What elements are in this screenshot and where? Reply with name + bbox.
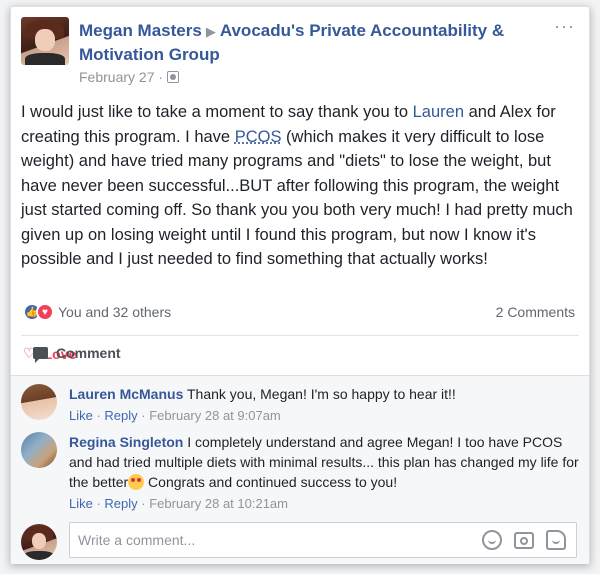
sticker-icon[interactable] bbox=[546, 530, 566, 550]
write-comment-placeholder: Write a comment... bbox=[78, 532, 196, 548]
commenter-avatar[interactable] bbox=[21, 432, 57, 468]
commenter-name-link[interactable]: Regina Singleton bbox=[69, 434, 183, 450]
comment-reply-link[interactable]: Reply bbox=[104, 408, 137, 423]
heart-icon: ♥ bbox=[36, 303, 54, 321]
comment-bubble-icon bbox=[33, 347, 48, 363]
author-name-link[interactable]: Megan Masters bbox=[79, 21, 202, 40]
comment-actions: Like · Reply · February 28 at 10:21am bbox=[69, 496, 288, 511]
comment-body: Lauren McManus Thank you, Megan! I'm so … bbox=[69, 384, 581, 426]
comment-timestamp[interactable]: · February 28 at 10:21am bbox=[141, 496, 288, 511]
post-text-part: (which makes it very difficult to lose w… bbox=[21, 127, 573, 269]
post-date[interactable]: February 27 · bbox=[79, 69, 163, 85]
comment-timestamp[interactable]: · February 28 at 9:07am bbox=[141, 408, 280, 423]
mention-lauren-link[interactable]: Lauren bbox=[413, 103, 464, 121]
commenter-avatar[interactable] bbox=[21, 384, 57, 420]
camera-icon[interactable] bbox=[514, 532, 534, 549]
post-header: Megan Masters ▶ Avocadu's Private Accounta… bbox=[79, 19, 539, 66]
author-avatar[interactable] bbox=[21, 17, 69, 65]
audience-icon[interactable] bbox=[167, 71, 180, 83]
commenter-name-link[interactable]: Lauren McManus bbox=[69, 386, 183, 402]
avatar-face bbox=[31, 532, 47, 550]
current-user-avatar bbox=[21, 524, 57, 560]
reaction-count: You and 32 others bbox=[58, 304, 172, 320]
write-comment-input[interactable]: Write a comment... bbox=[69, 522, 577, 558]
comment-text: Congrats and continued success to you! bbox=[144, 474, 398, 490]
comment-body: Regina Singleton I completely understand… bbox=[69, 432, 581, 514]
comment-input-icons bbox=[482, 530, 566, 550]
avatar-face bbox=[35, 28, 55, 51]
reaction-summary[interactable]: 👍 ♥ You and 32 others bbox=[23, 303, 171, 321]
comment-button[interactable]: Comment bbox=[33, 345, 593, 363]
action-bar: ♡ Love Comment bbox=[23, 345, 121, 363]
avatar-shirt bbox=[23, 551, 55, 560]
heart-eyes-emoji-icon bbox=[128, 474, 145, 490]
comment-actions: Like · Reply · February 28 at 9:07am bbox=[69, 408, 281, 423]
comment-like-link[interactable]: Like bbox=[69, 408, 93, 423]
post-body: I would just like to take a moment to sa… bbox=[21, 100, 583, 272]
comments-section: Lauren McManus Thank you, Megan! I'm so … bbox=[11, 375, 589, 564]
hashtag-pcos-link[interactable]: PCOS bbox=[235, 128, 282, 146]
screenshot-frame: Megan Masters ▶ Avocadu's Private Accounta… bbox=[0, 0, 600, 574]
comment-like-link[interactable]: Like bbox=[69, 496, 93, 511]
comments-count-link[interactable]: 2 Comments bbox=[496, 304, 575, 320]
post-meta: February 27 · bbox=[79, 69, 180, 85]
comment-label: Comment bbox=[56, 345, 121, 361]
emoji-icon[interactable] bbox=[482, 530, 502, 550]
comment-text: Thank you, Megan! I'm so happy to hear i… bbox=[183, 386, 456, 402]
post-text-part: I would just like to take a moment to sa… bbox=[21, 103, 413, 121]
comment-reply-link[interactable]: Reply bbox=[104, 496, 137, 511]
divider bbox=[21, 335, 579, 336]
triangle-right-icon: ▶ bbox=[205, 24, 216, 39]
post-card: Megan Masters ▶ Avocadu's Private Accounta… bbox=[10, 6, 590, 564]
avatar-shirt bbox=[24, 53, 66, 65]
ellipsis-icon[interactable]: ··· bbox=[554, 17, 575, 35]
